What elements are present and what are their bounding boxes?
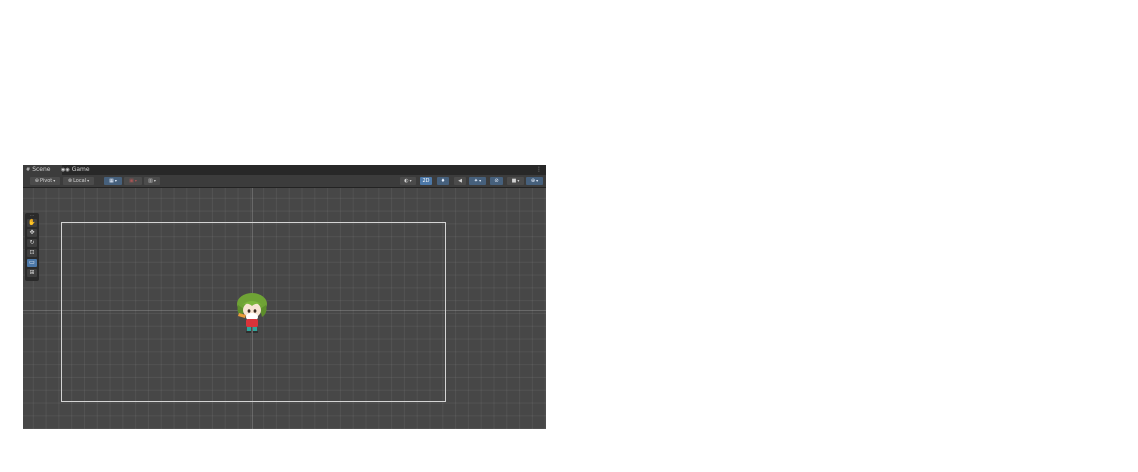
tab-game[interactable]: ◉◉ Game	[58, 165, 94, 175]
hash-icon: #	[26, 167, 31, 173]
tab-bar: # Scene ◉◉ Game ⋮	[23, 165, 546, 175]
hand-tool-icon[interactable]: ✋	[27, 219, 37, 227]
lighting-toggle[interactable]: ♦	[437, 177, 449, 185]
audio-toggle[interactable]: ◀	[454, 177, 466, 185]
snap-increment-icon: ▣	[129, 178, 134, 184]
move-tool-icon[interactable]: ✥	[27, 229, 37, 237]
2d-mode-label: 2D	[422, 178, 430, 184]
camera-icon: ■	[511, 178, 517, 184]
chevron-down-icon: ▾	[409, 178, 412, 183]
effects-icon: ✦	[473, 178, 479, 184]
scene-canvas[interactable]: ··· ✋ ✥ ↻ ⊡ ▭ ⊞	[23, 188, 546, 429]
shading-sphere-icon: ◐	[404, 178, 409, 184]
chevron-down-icon: ▾	[114, 178, 117, 183]
scene-camera-dropdown[interactable]: ■ ▾	[507, 177, 524, 185]
hidden-objects-toggle[interactable]: ⊘	[490, 177, 503, 185]
increment-snap-button[interactable]: ▣ ▾	[124, 177, 142, 185]
scene-view-window: # Scene ◉◉ Game ⋮ ⊕ Pivot ▾ ⊗ Local ▾ ▦ …	[23, 165, 546, 429]
chevron-down-icon: ▾	[53, 178, 56, 183]
chevron-down-icon: ▾	[536, 178, 539, 183]
local-icon: ⊗	[67, 178, 73, 184]
pivot-icon: ⊕	[34, 178, 39, 184]
eye-slash-icon: ⊘	[494, 178, 499, 184]
pivot-toggle-button[interactable]: ⊕ Pivot ▾	[30, 177, 60, 185]
grid-settings-button[interactable]: ▥ ▾	[144, 177, 160, 185]
pivot-label: Pivot	[39, 178, 53, 184]
effects-dropdown[interactable]: ✦ ▾	[469, 177, 486, 185]
chevron-down-icon: ▾	[517, 178, 520, 183]
local-label: Local	[73, 178, 87, 184]
tools-overlay-panel: ··· ✋ ✥ ↻ ⊡ ▭ ⊞	[25, 213, 39, 281]
transform-tool-icon[interactable]: ⊞	[27, 269, 37, 277]
chevron-down-icon: ▾	[479, 178, 482, 183]
globe-icon: ⊕	[530, 178, 536, 184]
chibi-character-sprite[interactable]	[234, 291, 270, 335]
grid-snap-button[interactable]: ▦ ▾	[104, 177, 122, 185]
chevron-down-icon: ▾	[134, 178, 137, 183]
2d-mode-toggle[interactable]: 2D	[420, 177, 432, 185]
gizmos-dropdown[interactable]: ⊕ ▾	[526, 177, 543, 185]
rect-tool-icon[interactable]: ▭	[27, 259, 37, 267]
draw-mode-button[interactable]: ◐ ▾	[400, 177, 416, 185]
panel-drag-handle[interactable]: ···	[27, 214, 37, 218]
chevron-down-icon: ▾	[87, 178, 90, 183]
scale-tool-icon[interactable]: ⊡	[27, 249, 37, 257]
scene-toolbar: ⊕ Pivot ▾ ⊗ Local ▾ ▦ ▾ ▣ ▾ ▥ ▾ ◐ ▾ 2D ♦…	[23, 175, 546, 188]
lightbulb-icon: ♦	[440, 178, 446, 184]
rotate-tool-icon[interactable]: ↻	[27, 239, 37, 247]
local-toggle-button[interactable]: ⊗ Local ▾	[63, 177, 94, 185]
tab-game-label: Game	[71, 166, 90, 173]
chevron-down-icon: ▾	[153, 178, 156, 183]
tab-scene-label: Scene	[32, 166, 51, 173]
grid-icon: ▥	[148, 178, 153, 184]
grid-snap-icon: ▦	[109, 178, 114, 184]
gamepad-icon: ◉◉	[61, 167, 70, 173]
more-options-icon[interactable]: ⋮	[536, 165, 542, 175]
speaker-icon: ◀	[458, 178, 462, 184]
tab-scene[interactable]: # Scene	[23, 165, 62, 175]
